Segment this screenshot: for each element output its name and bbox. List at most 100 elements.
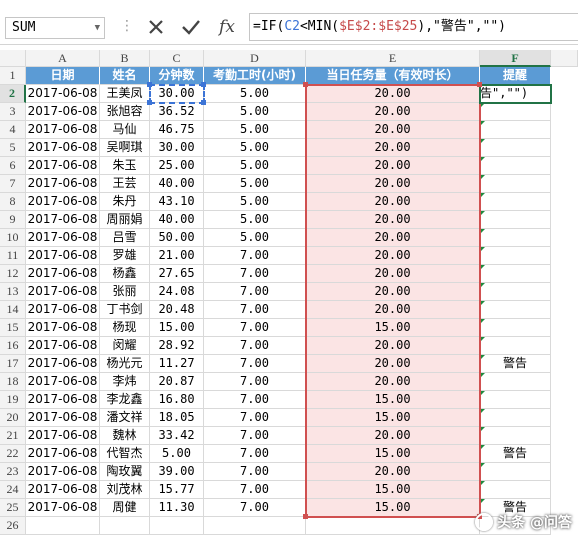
name-cell[interactable]: 闵耀 xyxy=(100,337,150,355)
task-cell[interactable]: 15.00 xyxy=(306,481,480,499)
row-header[interactable]: 20 xyxy=(0,409,26,427)
minutes-cell[interactable]: 28.92 xyxy=(150,337,204,355)
minutes-cell[interactable]: 24.08 xyxy=(150,283,204,301)
range-handle[interactable] xyxy=(477,82,482,87)
minutes-cell[interactable]: 20.87 xyxy=(150,373,204,391)
formula-input[interactable]: =IF(C2<MIN($E$2:$E$25),"警告","") xyxy=(249,13,578,41)
task-cell[interactable]: 20.00 xyxy=(306,265,480,283)
date-cell[interactable]: 2017-06-08 xyxy=(26,463,100,481)
task-cell[interactable]: 20.00 xyxy=(306,121,480,139)
column-header-blank[interactable] xyxy=(551,50,578,67)
enter-button[interactable] xyxy=(177,13,205,41)
date-cell[interactable]: 2017-06-08 xyxy=(26,139,100,157)
name-cell[interactable]: 周健 xyxy=(100,499,150,517)
row-header[interactable]: 8 xyxy=(0,193,26,211)
hours-cell[interactable]: 7.00 xyxy=(204,319,306,337)
hours-cell[interactable]: 5.00 xyxy=(204,103,306,121)
minutes-cell[interactable]: 18.05 xyxy=(150,409,204,427)
name-cell[interactable]: 李龙鑫 xyxy=(100,391,150,409)
row-header[interactable]: 9 xyxy=(0,211,26,229)
alert-cell[interactable] xyxy=(480,319,551,337)
alert-cell[interactable] xyxy=(480,175,551,193)
task-cell[interactable]: 15.00 xyxy=(306,445,480,463)
row-header[interactable]: 25 xyxy=(0,499,26,517)
name-cell[interactable]: 张丽 xyxy=(100,283,150,301)
task-cell[interactable]: 20.00 xyxy=(306,193,480,211)
minutes-cell[interactable]: 15.77 xyxy=(150,481,204,499)
minutes-cell[interactable]: 5.00 xyxy=(150,445,204,463)
minutes-cell[interactable]: 15.00 xyxy=(150,319,204,337)
date-cell[interactable]: 2017-06-08 xyxy=(26,373,100,391)
minutes-cell[interactable]: 39.00 xyxy=(150,463,204,481)
name-cell[interactable]: 罗雄 xyxy=(100,247,150,265)
minutes-cell[interactable]: 16.80 xyxy=(150,391,204,409)
hours-cell[interactable]: 5.00 xyxy=(204,121,306,139)
task-cell[interactable]: 20.00 xyxy=(306,463,480,481)
hours-cell[interactable]: 7.00 xyxy=(204,445,306,463)
insert-function-button[interactable]: fx xyxy=(213,13,241,41)
column-header-a[interactable]: A xyxy=(26,50,100,67)
row-header[interactable]: 23 xyxy=(0,463,26,481)
row-header[interactable]: 24 xyxy=(0,481,26,499)
hours-cell[interactable]: 7.00 xyxy=(204,301,306,319)
date-cell[interactable]: 2017-06-08 xyxy=(26,499,100,517)
name-cell[interactable]: 马仙 xyxy=(100,121,150,139)
hours-cell[interactable]: 7.00 xyxy=(204,283,306,301)
hours-cell[interactable]: 5.00 xyxy=(204,229,306,247)
empty-cell[interactable] xyxy=(204,517,306,535)
row-header[interactable]: 21 xyxy=(0,427,26,445)
alert-cell[interactable] xyxy=(480,283,551,301)
row-header[interactable]: 13 xyxy=(0,283,26,301)
row-header[interactable]: 15 xyxy=(0,319,26,337)
task-cell[interactable]: 20.00 xyxy=(306,301,480,319)
range-handle[interactable] xyxy=(147,100,152,105)
task-cell[interactable]: 20.00 xyxy=(306,427,480,445)
alert-cell[interactable] xyxy=(480,193,551,211)
row-header[interactable]: 12 xyxy=(0,265,26,283)
date-cell[interactable]: 2017-06-08 xyxy=(26,337,100,355)
task-cell[interactable]: 20.00 xyxy=(306,283,480,301)
name-cell[interactable]: 魏林 xyxy=(100,427,150,445)
name-cell[interactable]: 王美凤 xyxy=(100,85,150,103)
alert-cell[interactable] xyxy=(480,103,551,121)
row-header[interactable]: 19 xyxy=(0,391,26,409)
minutes-cell[interactable]: 30.00 xyxy=(150,85,204,103)
range-handle[interactable] xyxy=(303,514,308,519)
task-cell[interactable]: 20.00 xyxy=(306,157,480,175)
alert-cell[interactable] xyxy=(480,229,551,247)
alert-cell[interactable] xyxy=(480,373,551,391)
empty-cell[interactable] xyxy=(100,517,150,535)
date-cell[interactable]: 2017-06-08 xyxy=(26,481,100,499)
column-header-d[interactable]: D xyxy=(204,50,306,67)
name-cell[interactable]: 丁书剑 xyxy=(100,301,150,319)
row-header[interactable]: 4 xyxy=(0,121,26,139)
row-header[interactable]: 26 xyxy=(0,517,26,535)
row-header[interactable]: 16 xyxy=(0,337,26,355)
alert-cell[interactable] xyxy=(480,265,551,283)
date-cell[interactable]: 2017-06-08 xyxy=(26,247,100,265)
row-header[interactable]: 1 xyxy=(0,67,26,85)
date-cell[interactable]: 2017-06-08 xyxy=(26,229,100,247)
alert-cell[interactable] xyxy=(480,409,551,427)
column-header-f[interactable]: F xyxy=(480,50,551,67)
row-header[interactable]: 2 xyxy=(0,85,26,103)
hours-cell[interactable]: 7.00 xyxy=(204,481,306,499)
name-cell[interactable]: 潘文祥 xyxy=(100,409,150,427)
name-cell[interactable]: 杨现 xyxy=(100,319,150,337)
empty-cell[interactable] xyxy=(150,517,204,535)
minutes-cell[interactable]: 25.00 xyxy=(150,157,204,175)
hours-cell[interactable]: 5.00 xyxy=(204,139,306,157)
empty-cell[interactable] xyxy=(26,517,100,535)
hours-cell[interactable]: 7.00 xyxy=(204,463,306,481)
hours-cell[interactable]: 7.00 xyxy=(204,337,306,355)
task-cell[interactable]: 20.00 xyxy=(306,103,480,121)
task-cell[interactable]: 20.00 xyxy=(306,247,480,265)
task-cell[interactable]: 20.00 xyxy=(306,175,480,193)
name-cell[interactable]: 杨光元 xyxy=(100,355,150,373)
hours-cell[interactable]: 7.00 xyxy=(204,355,306,373)
minutes-cell[interactable]: 40.00 xyxy=(150,175,204,193)
name-cell[interactable]: 代智杰 xyxy=(100,445,150,463)
date-cell[interactable]: 2017-06-08 xyxy=(26,85,100,103)
minutes-cell[interactable]: 36.52 xyxy=(150,103,204,121)
minutes-cell[interactable]: 40.00 xyxy=(150,211,204,229)
